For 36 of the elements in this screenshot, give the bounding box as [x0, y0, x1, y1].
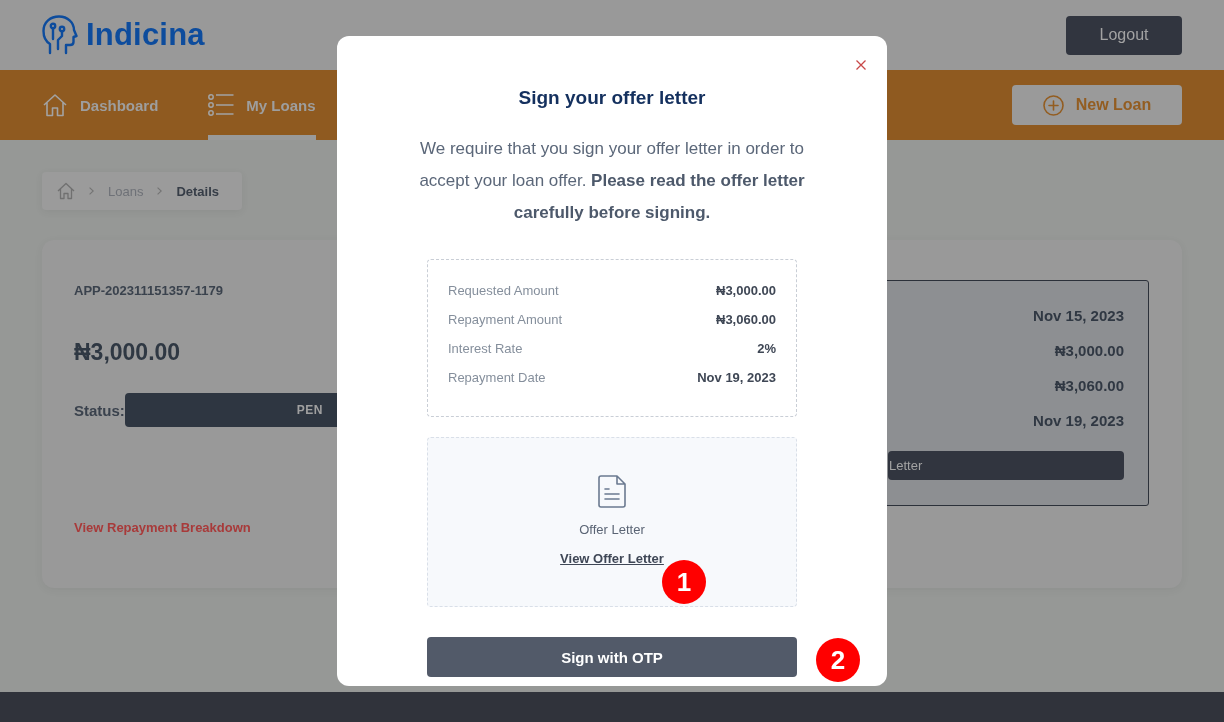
summary-value: Nov 19, 2023 — [697, 369, 776, 387]
view-offer-letter-link[interactable]: View Offer Letter — [560, 551, 664, 567]
list-icon — [208, 93, 235, 117]
loan-amount: ₦3,000.00 — [74, 338, 181, 366]
summary-label: Interest Rate — [448, 340, 523, 358]
document-title: Offer Letter — [579, 522, 645, 538]
summary-value: ₦3,060.00 — [716, 311, 776, 329]
breadcrumb-link[interactable]: Details — [176, 183, 220, 199]
detail-value: ₦3,000.00 — [1054, 341, 1124, 361]
sign-with-otp-button[interactable]: Sign with OTP — [427, 637, 797, 677]
summary-value: 2% — [757, 340, 776, 358]
summary-value: ₦3,000.00 — [716, 282, 776, 300]
head-circuit-icon — [42, 15, 78, 55]
status-badge: PEN — [124, 393, 337, 427]
modal-message: We require that you sign your offer letter in order to accept your loan offer. Please read the offer letter carefully before signing. — [418, 138, 806, 224]
nav-tab[interactable]: Dashboard — [42, 70, 159, 140]
plus-circle-icon — [1042, 94, 1064, 116]
status-label: Status: — [74, 401, 125, 419]
home-icon — [42, 93, 68, 117]
logo-text: Indicina — [86, 17, 205, 53]
modal-title: Sign your offer letter — [518, 86, 706, 110]
nav-tab[interactable]: My Loans — [208, 70, 316, 140]
repayment-breakdown-link[interactable]: View Repayment Breakdown — [74, 520, 251, 535]
detail-value: ₦3,060.00 — [1054, 376, 1124, 396]
detail-value: Nov 15, 2023 — [1033, 306, 1124, 326]
document-icon — [598, 475, 626, 508]
close-icon — [856, 60, 866, 70]
summary-label: Repayment Amount — [448, 311, 563, 329]
logout-button[interactable]: Logout — [1066, 15, 1182, 55]
chevron-icon — [157, 187, 163, 195]
summary-label: Requested Amount — [448, 282, 559, 300]
application-id: APP-202311151357-1179 — [74, 283, 223, 299]
detail-value: Nov 19, 2023 — [1033, 411, 1124, 431]
chevron-icon — [89, 187, 94, 195]
summary-label: Repayment Date — [448, 369, 546, 387]
offer-letter-button[interactable]: Letter — [888, 451, 1124, 480]
